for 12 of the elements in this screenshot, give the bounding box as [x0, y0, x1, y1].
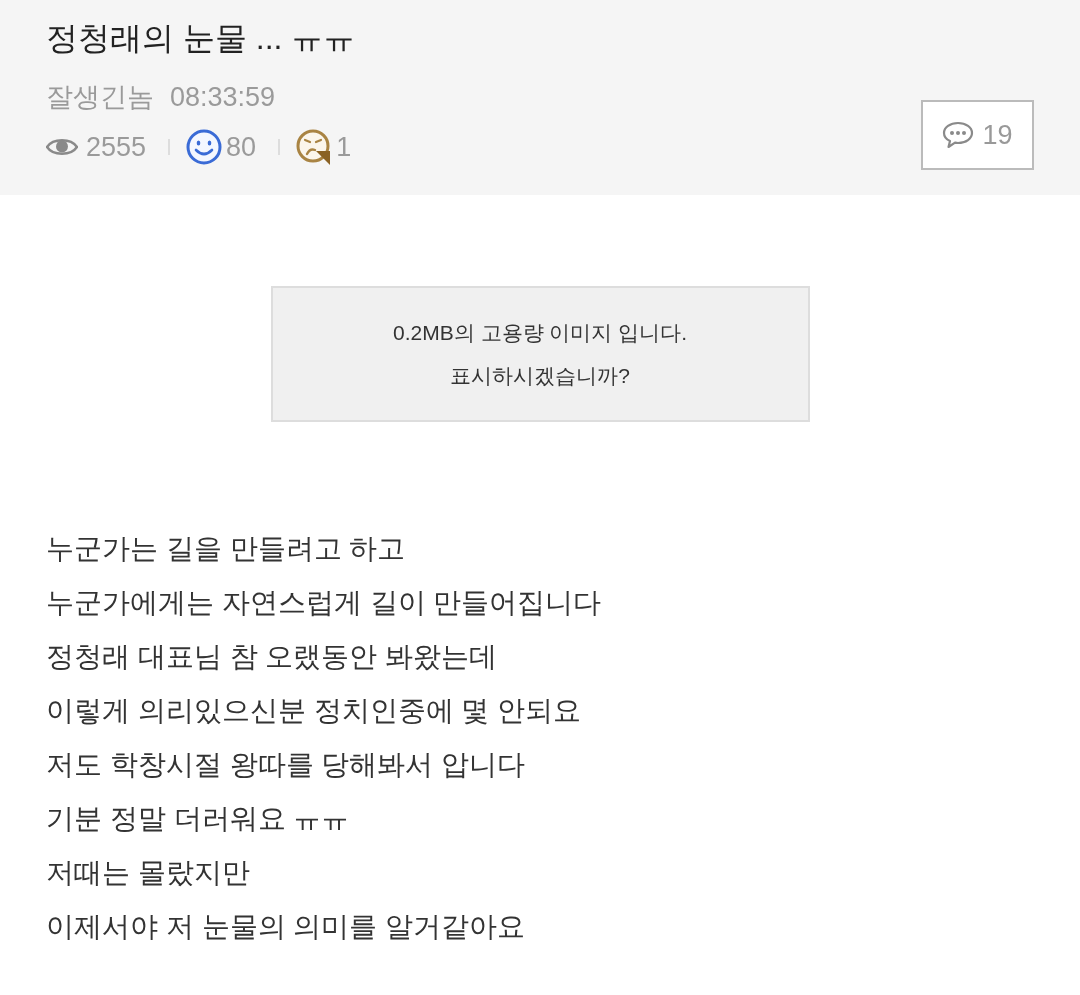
- post-time: 08:33:59: [170, 81, 276, 114]
- post-title: 정청래의 눈물 ... ㅠㅠ: [46, 19, 356, 58]
- dislike-count: 1: [336, 131, 352, 164]
- author-name: 잘생긴놈: [46, 81, 154, 114]
- view-count: 2555: [86, 131, 147, 164]
- speech-bubble-icon: [942, 121, 975, 149]
- like-count: 80: [226, 131, 257, 164]
- frown-face-icon: [296, 129, 333, 165]
- load-image-button[interactable]: 0.2MB의 고용량 이미지 입니다. 표시하시겠습니까?: [270, 286, 810, 422]
- post-body-text: 누군가는 길을 만들려고 하고 누군가에게는 자연스럽게 길이 만들어집니다 정청래 대표님 참 오랬동안 봐왔는데 이렇게 의리있으신분 정치인중에 몇 안되요 저도 학창시절 왕따를 당해봐서 압니다 기분 정말 더러워요 ㅠㅠ 저때는 몰랐지만 이제서야 저 눈물의 의미를 알거같아요: [46, 532, 603, 944]
- smiley-icon: [186, 129, 223, 165]
- eye-icon: [46, 137, 78, 157]
